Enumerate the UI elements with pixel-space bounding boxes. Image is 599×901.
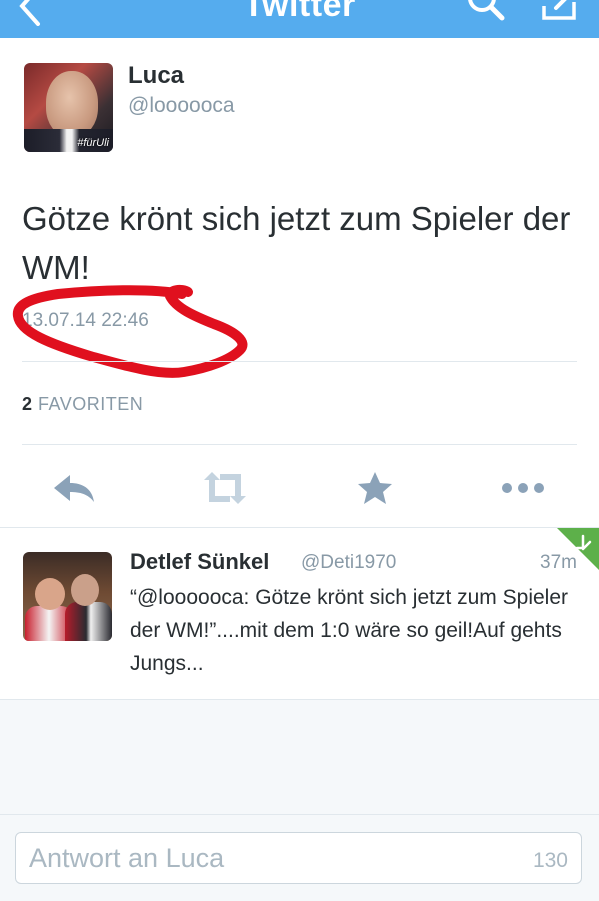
favorite-star-icon [358,472,392,504]
favorites-number: 2 [22,394,33,414]
tweet-detail: #fürUli Luca @loooooca Götze krönt sich … [0,38,599,528]
retweet-icon [204,472,246,504]
red-marker-scribble [12,284,248,378]
more-icon [502,483,544,493]
reply-icon [54,475,94,502]
reply-time: 37m [540,552,577,573]
search-icon[interactable] [466,0,506,24]
character-counter: 130 [532,849,568,872]
reply-composer: 130 [0,814,599,901]
divider [22,361,577,362]
favorites-count[interactable]: 2 FAVORITEN [22,394,143,415]
favorites-label: FAVORITEN [38,394,144,414]
favorite-button[interactable] [350,468,400,508]
user-handle[interactable]: @loooooca [128,94,235,118]
list-item[interactable]: Detlef Sünkel @Deti1970 37m “@loooooca: … [0,528,599,700]
avatar[interactable] [23,552,112,641]
divider [22,444,577,445]
tweet-text: Götze krönt sich jetzt zum Spieler der W… [22,200,571,286]
avatar-face [46,71,98,137]
compose-icon[interactable] [534,0,582,24]
reply-input[interactable] [15,832,582,884]
nav-title: Twitter [243,0,356,24]
user-name[interactable]: Luca [128,62,184,90]
avatar[interactable]: #fürUli [24,63,113,152]
reply-author-name[interactable]: Detlef Sünkel [130,549,269,575]
reply-author-handle[interactable]: @Deti1970 [301,552,396,574]
retweet-button[interactable] [198,468,248,508]
reply-button[interactable] [50,468,100,508]
navigation-bar: Twitter [0,0,599,38]
more-button[interactable] [498,468,548,508]
reply-text: “@loooooca: Götze krönt sich jetzt zum S… [130,586,569,675]
avatar-caption: #fürUli [77,137,109,149]
